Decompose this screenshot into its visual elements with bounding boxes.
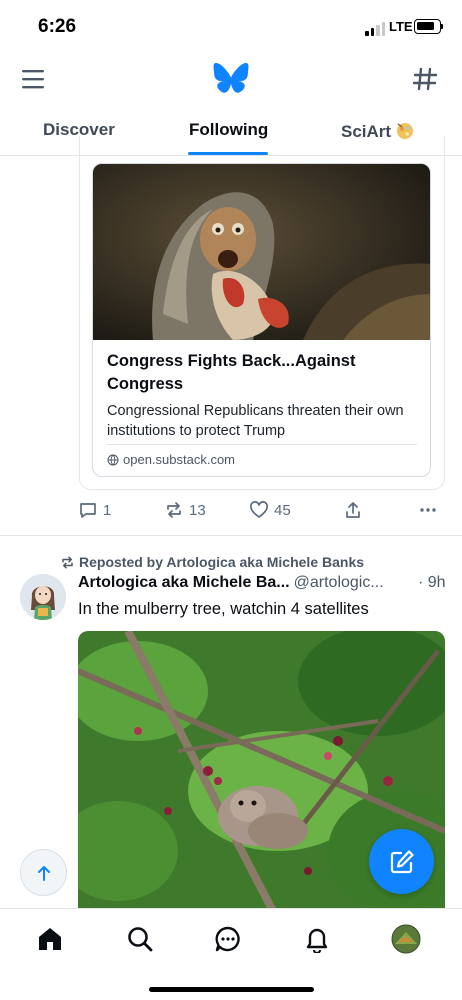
author-name[interactable]: Artologica aka Michele Ba... (78, 574, 290, 591)
reply-icon (80, 503, 96, 518)
link-card-domain-text: open.substack.com (123, 452, 236, 467)
avatar-image (20, 574, 66, 620)
share-button[interactable] (343, 500, 363, 520)
arrow-up-icon (37, 865, 50, 881)
link-card-body: Congress Fights Back...Against Congress … (107, 350, 419, 441)
post-timestamp: · 9h (418, 574, 446, 591)
profile-avatar-icon (391, 924, 421, 954)
share-icon (346, 502, 360, 518)
network-label: LTE (389, 19, 413, 34)
search-icon (128, 927, 153, 952)
nav-notifications[interactable] (301, 923, 333, 955)
post-text: In the mulberry tree, watchin 4 satellit… (78, 600, 369, 618)
more-options-button[interactable] (418, 500, 438, 520)
hashtag-icon (412, 67, 438, 91)
scroll-to-top-button[interactable] (20, 849, 67, 896)
bluesky-logo[interactable] (213, 60, 249, 96)
nav-home[interactable] (34, 923, 66, 955)
signal-icon (365, 22, 385, 36)
link-card-title: Congress Fights Back...Against Congress (107, 352, 356, 393)
author-handle[interactable]: @artologic... (294, 574, 384, 591)
reply-count: 1 (103, 501, 112, 519)
hamburger-icon (22, 70, 44, 89)
like-button[interactable]: 45 (249, 500, 291, 520)
feed-post[interactable]: Congress Fights Back...Against Congress … (0, 136, 462, 536)
home-indicator (149, 987, 314, 992)
repost-indicator[interactable]: Reposted by Artologica aka Michele Banks (60, 554, 364, 570)
feeds-button[interactable] (410, 64, 440, 94)
status-time: 6:26 (38, 16, 77, 37)
post-actions: 1 13 45 (78, 500, 446, 524)
app-header (0, 54, 462, 104)
link-card-domain: open.substack.com (107, 452, 235, 467)
link-card-divider (107, 444, 417, 445)
repost-button[interactable]: 13 (164, 500, 206, 520)
bottom-navigation (0, 908, 462, 1000)
compose-icon (390, 849, 414, 873)
chat-bubble-icon (215, 926, 240, 952)
bell-icon (306, 928, 328, 953)
heart-icon (250, 501, 268, 518)
home-icon (39, 928, 61, 950)
battery-icon (414, 19, 443, 34)
status-bar: 6:26 LTE (0, 0, 462, 54)
like-count: 45 (274, 501, 291, 519)
butterfly-icon (213, 62, 249, 93)
link-card-thumbnail (93, 164, 430, 340)
post-header: Artologica aka Michele Ba... @artologic..… (78, 574, 448, 592)
avatar[interactable] (20, 574, 66, 620)
ellipsis-icon (420, 508, 436, 512)
reply-button[interactable]: 1 (78, 500, 111, 520)
globe-icon (107, 454, 119, 465)
repost-count: 13 (189, 501, 206, 519)
repost-icon (167, 502, 181, 518)
link-card-description: Congressional Republicans threaten their… (107, 403, 404, 439)
nav-profile[interactable] (390, 923, 422, 955)
compose-button[interactable] (369, 829, 434, 894)
repost-icon (62, 556, 73, 568)
nav-search[interactable] (124, 923, 156, 955)
nav-chat[interactable] (212, 923, 244, 955)
reposted-by-text: Reposted by Artologica aka Michele Banks (79, 554, 365, 570)
menu-button[interactable] (20, 66, 48, 92)
link-card[interactable]: Congress Fights Back...Against Congress … (92, 163, 431, 477)
